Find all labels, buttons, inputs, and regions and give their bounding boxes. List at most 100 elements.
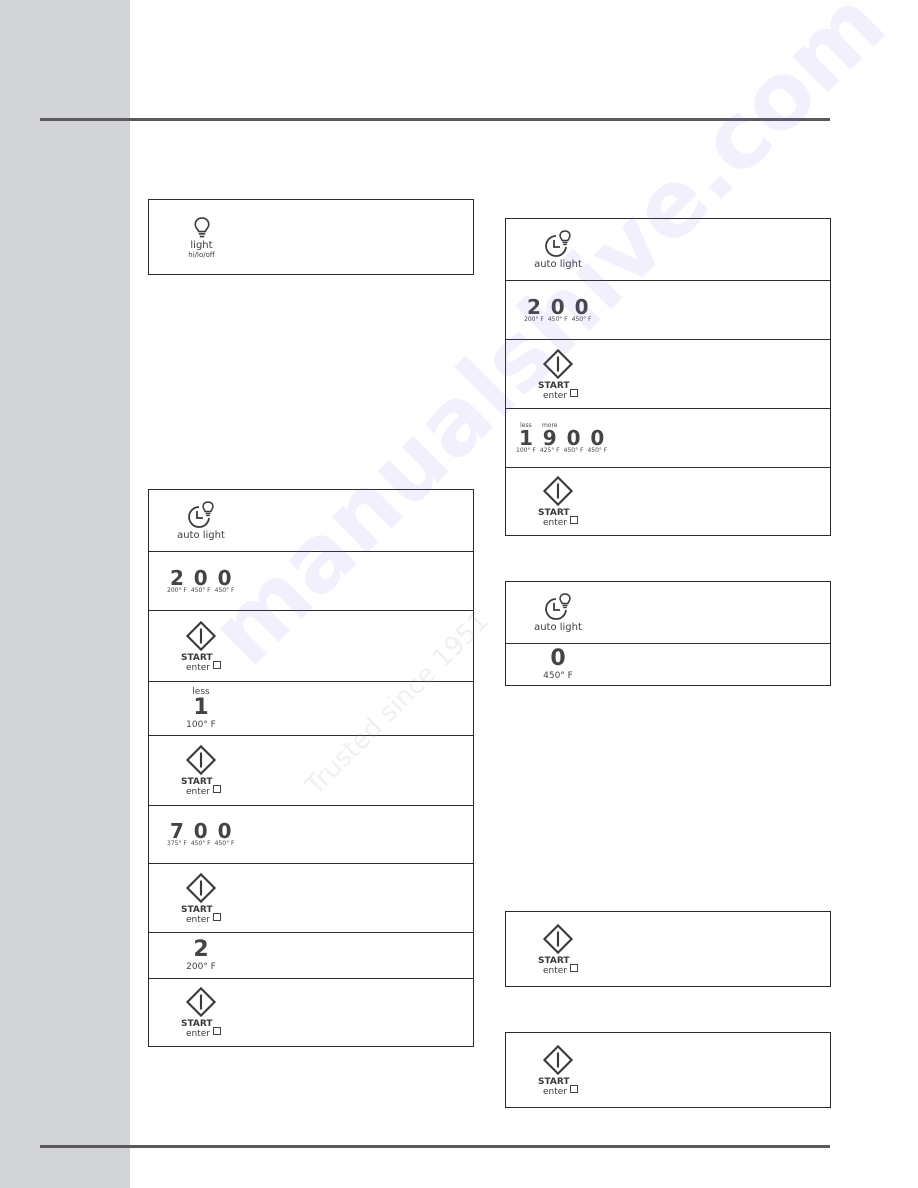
start-diamond-icon: [542, 348, 574, 380]
start-label: START: [180, 1019, 213, 1029]
step-code-1900: less 1 100° F more 9 425° F 0 450° F 0 450° F: [506, 408, 830, 467]
clock-light-icon: [543, 229, 573, 259]
digit-key[interactable]: 0 450° F: [571, 294, 592, 323]
start-diamond-icon: [542, 923, 574, 955]
step-auto-light: auto light: [149, 490, 473, 551]
header-rule: [40, 118, 830, 121]
start-key[interactable]: START enter: [179, 611, 223, 681]
digit-key[interactable]: 0 450° F: [564, 422, 584, 454]
step-start-2: START enter: [149, 735, 473, 805]
digit-temp: 100° F: [186, 720, 216, 730]
start-key[interactable]: START enter: [179, 736, 223, 805]
page-sidebar-band: [0, 0, 130, 1188]
start-key[interactable]: START enter: [179, 864, 223, 932]
start-diamond-icon: [185, 872, 217, 904]
digit-key[interactable]: less 1 100° F: [516, 422, 536, 454]
digit-temp: 450° F: [571, 315, 592, 323]
auto-light-key[interactable]: auto light: [171, 490, 231, 551]
lock-icon: [570, 963, 578, 972]
footer-rule: [40, 1145, 830, 1148]
step-code-200: 2 200° F 0 450° F 0 450° F: [149, 551, 473, 610]
left-sequence-panel: auto light 2 200° F 0 450° F 0 450° F START…: [148, 489, 474, 1047]
digit: 0: [217, 819, 232, 843]
step-start-4: START enter: [149, 978, 473, 1046]
enter-label: enter: [185, 662, 210, 673]
start-key[interactable]: START enter: [536, 912, 580, 986]
digit-key[interactable]: 0 450° F: [191, 819, 211, 847]
digit-temp: 100° F: [516, 447, 536, 454]
digit-key[interactable]: 7 375° F: [167, 821, 187, 847]
auto-light-label: auto light: [534, 622, 582, 633]
step-code-200: 2 200° F 0 450° F 0 450° F: [506, 280, 830, 339]
digit-temp: 450° F: [190, 586, 211, 594]
digit-key[interactable]: 0 450° F: [190, 568, 211, 594]
start-diamond-icon: [542, 1044, 574, 1076]
digit: 1: [193, 695, 209, 720]
digit-key[interactable]: less 1 100° F: [186, 687, 216, 730]
digit-key[interactable]: 2 200° F: [524, 294, 544, 323]
step-key-2: 2 200° F: [149, 932, 473, 978]
step-code-700: 7 375° F 0 450° F 0 450° F: [149, 805, 473, 863]
step-start-2: START enter: [506, 467, 830, 535]
digit-temp: 450° F: [543, 671, 573, 681]
digit-key[interactable]: more 9 425° F: [540, 422, 560, 454]
start-key[interactable]: START enter: [536, 340, 580, 408]
light-bulb-icon: [193, 216, 211, 240]
light-key[interactable]: light hi/lo/off: [174, 200, 229, 274]
digit-temp: 450° F: [214, 586, 235, 594]
lock-icon: [213, 912, 221, 921]
digit-key[interactable]: 0 450° F: [587, 422, 607, 454]
digit: 0: [590, 426, 605, 450]
right-start-panel-a: START enter: [505, 911, 831, 987]
digit: 0: [550, 294, 565, 319]
digit-temp: 200° F: [186, 962, 216, 972]
start-label: START: [180, 904, 213, 915]
start-key[interactable]: START enter: [536, 468, 580, 535]
enter-label: enter: [542, 390, 567, 401]
auto-light-key[interactable]: auto light: [528, 582, 588, 643]
digit: 0: [566, 426, 581, 450]
light-label: light: [190, 239, 213, 251]
start-label: START: [537, 955, 570, 966]
enter-label: enter: [185, 787, 210, 797]
start-key[interactable]: START enter: [179, 979, 223, 1046]
enter-label: enter: [542, 1086, 567, 1097]
digit-group: less 1 100° F more 9 425° F 0 450° F 0 450° F: [516, 409, 607, 467]
start-diamond-icon: [185, 744, 217, 776]
digit: 0: [574, 294, 589, 319]
digit: 9: [542, 426, 557, 450]
digit-group: 7 375° F 0 450° F 0 450° F: [167, 806, 234, 863]
digit: 2: [193, 937, 209, 962]
digit-temp: 450° F: [214, 840, 235, 847]
digit-key[interactable]: 2 200° F: [186, 937, 216, 973]
step-start-1: START enter: [506, 339, 830, 408]
digit-key[interactable]: 0 450° F: [214, 819, 235, 847]
digit: 2: [526, 294, 541, 319]
digit: 0: [217, 565, 232, 590]
start-diamond-icon: [185, 620, 217, 652]
digit-group: 0 450° F: [536, 644, 580, 685]
enter-label: enter: [542, 518, 567, 528]
start-diamond-icon: [542, 475, 574, 507]
auto-light-key[interactable]: auto light: [528, 219, 588, 280]
lock-icon: [213, 660, 221, 669]
digit-key[interactable]: 2 200° F: [167, 565, 187, 594]
start-label: START: [537, 380, 570, 391]
step-auto-light: auto light: [506, 219, 830, 280]
step-start-3: START enter: [149, 863, 473, 932]
auto-light-label: auto light: [177, 530, 225, 541]
digit-key[interactable]: 0 450° F: [214, 565, 235, 594]
digit-temp: 425° F: [539, 447, 560, 454]
digit-temp: 375° F: [167, 840, 187, 847]
auto-light-label: auto light: [534, 259, 582, 270]
start-key[interactable]: START enter: [536, 1033, 580, 1107]
digit-temp: 200° F: [524, 315, 544, 323]
digit-key[interactable]: 0 450° F: [548, 294, 568, 323]
right-sequence-panel: auto light 2 200° F 0 450° F 0 450° F START…: [505, 218, 831, 536]
clock-light-icon: [543, 592, 573, 622]
lock-icon: [213, 785, 221, 793]
lock-icon: [570, 516, 578, 524]
digit: 0: [193, 819, 208, 843]
digit-key[interactable]: 0 450° F: [543, 648, 573, 682]
digit: 2: [169, 565, 184, 590]
